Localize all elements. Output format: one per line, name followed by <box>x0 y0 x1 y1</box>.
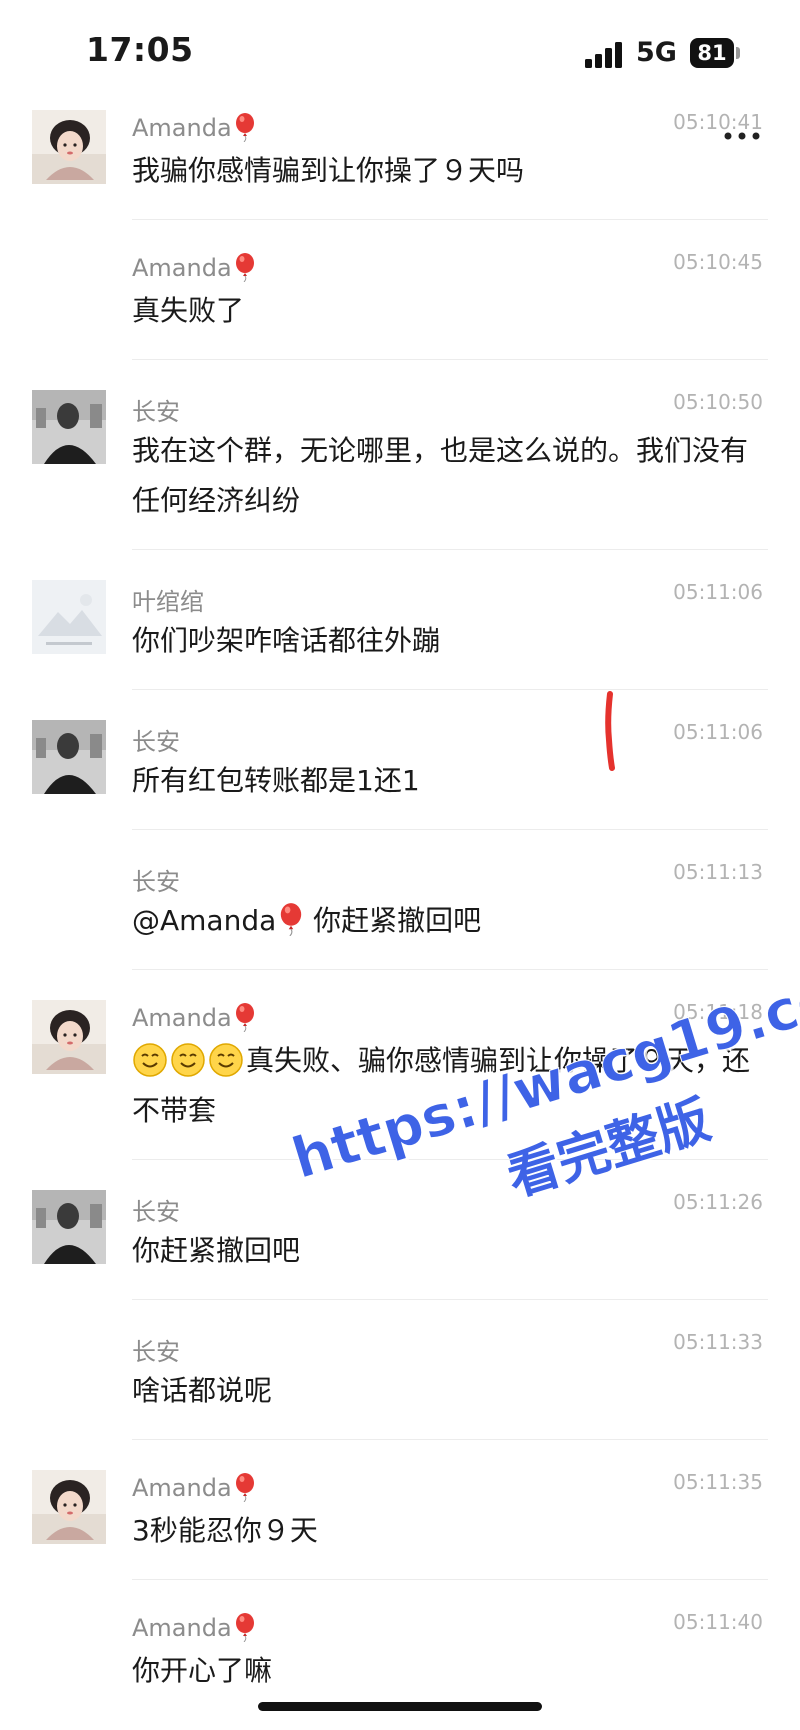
avatar-changan-image <box>32 720 106 794</box>
message-divider <box>132 689 768 690</box>
avatar-amanda-image <box>32 1470 106 1544</box>
status-time: 17:05 <box>86 30 194 69</box>
mention-link[interactable]: @Amanda <box>132 904 276 937</box>
sender-name: Amanda <box>132 1474 232 1502</box>
message-divider <box>132 1159 768 1160</box>
message-time: 05:10:50 <box>673 390 763 414</box>
message-sender: 长安 <box>132 728 180 756</box>
message-item[interactable]: Amanda 05:10:45 真失败了 <box>0 240 800 360</box>
avatar-amanda-image <box>32 1000 106 1074</box>
message-text-body: 你赶紧撤回吧 <box>304 904 482 937</box>
sender-name: Amanda <box>132 1004 232 1032</box>
message-time: 05:10:45 <box>673 250 763 274</box>
message-item[interactable]: Amanda 05:11:35 3秒能忍你９天 <box>0 1460 800 1580</box>
message-text: 你赶紧撤回吧 <box>132 1234 301 1267</box>
balloon-icon <box>235 1473 254 1502</box>
message-text: 真失败、骗你感情骗到让你操了９天，还不带套 <box>132 1036 762 1136</box>
message-text: 你开心了嘛 <box>132 1654 273 1687</box>
signal-icon <box>585 42 622 68</box>
message-item[interactable]: 长安 05:11:26 你赶紧撤回吧 <box>0 1180 800 1300</box>
balloon-icon <box>235 1613 254 1642</box>
battery-level: 81 <box>690 38 734 68</box>
message-text: 3秒能忍你９天 <box>132 1514 318 1547</box>
smile-icon <box>209 1043 243 1077</box>
message-time: 05:11:33 <box>673 1330 763 1354</box>
avatar-changan-image <box>32 1190 106 1264</box>
message-sender: Amanda <box>132 252 256 282</box>
message-time: 05:11:13 <box>673 860 763 884</box>
message-time: 05:11:06 <box>673 720 763 744</box>
message-sender: Amanda <box>132 1472 256 1502</box>
message-text: 真失败了 <box>132 294 245 327</box>
message-sender: Amanda <box>132 112 256 142</box>
sender-name: Amanda <box>132 1614 232 1642</box>
message-time: 05:11:35 <box>673 1470 763 1494</box>
message-text: 你们吵架咋啥话都往外蹦 <box>132 624 441 657</box>
message-sender: Amanda <box>132 1002 256 1032</box>
message-divider <box>132 969 768 970</box>
message-sender: Amanda <box>132 1612 256 1642</box>
message-sender: 长安 <box>132 398 180 426</box>
avatar-amanda[interactable] <box>32 1000 106 1074</box>
message-sender: 长安 <box>132 1198 180 1226</box>
message-divider <box>132 549 768 550</box>
message-item[interactable]: 叶绾绾 05:11:06 你们吵架咋啥话都往外蹦 <box>0 570 800 690</box>
avatar-changan[interactable] <box>32 390 106 464</box>
avatar-changan-image <box>32 390 106 464</box>
avatar-changan[interactable] <box>32 1190 106 1264</box>
message-item[interactable]: 长安 05:11:13 @Amanda 你赶紧撤回吧 <box>0 850 800 970</box>
battery-tip <box>736 47 740 59</box>
avatar-changan[interactable] <box>32 720 106 794</box>
message-sender: 长安 <box>132 868 180 896</box>
message-item[interactable]: 长安 05:11:33 啥话都说呢 <box>0 1320 800 1440</box>
message-sender: 长安 <box>132 1338 180 1366</box>
sender-name: Amanda <box>132 254 232 282</box>
message-time: 05:11:06 <box>673 580 763 604</box>
smile-icon <box>133 1043 167 1077</box>
smile-icon <box>171 1043 205 1077</box>
message-item[interactable]: 长安 05:10:50 我在这个群，无论哪里，也是这么说的。我们没有任何经济纠纷 <box>0 380 800 550</box>
sender-name: Amanda <box>132 114 232 142</box>
avatar-amanda[interactable] <box>32 1470 106 1544</box>
home-indicator[interactable] <box>258 1702 542 1711</box>
message-time: 05:10:41 <box>673 110 763 134</box>
message-divider <box>132 359 768 360</box>
message-time: 05:11:18 <box>673 1000 763 1024</box>
message-time: 05:11:26 <box>673 1190 763 1214</box>
red-pen-mark <box>605 691 615 771</box>
message-text: 我在这个群，无论哪里，也是这么说的。我们没有任何经济纠纷 <box>132 434 749 517</box>
message-text: 啥话都说呢 <box>132 1374 273 1407</box>
battery-icon: 81 <box>690 38 742 68</box>
message-sender: 叶绾绾 <box>132 588 204 616</box>
message-divider <box>132 1299 768 1300</box>
avatar-yewanwan-image <box>32 580 106 654</box>
message-text: 所有红包转账都是1还1 <box>132 764 420 797</box>
balloon-icon <box>235 113 254 142</box>
message-divider <box>132 1579 768 1580</box>
status-bar: 17:05 5G 81 <box>0 0 800 100</box>
balloon-icon <box>235 253 254 282</box>
network-label: 5G <box>636 37 677 68</box>
message-divider <box>132 1439 768 1440</box>
message-text: 我骗你感情骗到让你操了９天吗 <box>132 154 525 187</box>
message-item[interactable]: Amanda 05:11:40 你开心了嘛 <box>0 1600 800 1710</box>
message-item[interactable]: Amanda 05:11:18 真失败、骗你感情骗到让你操了９天，还不带套 <box>0 990 800 1160</box>
message-divider <box>132 829 768 830</box>
message-time: 05:11:40 <box>673 1610 763 1634</box>
message-divider <box>132 219 768 220</box>
balloon-icon <box>281 903 302 936</box>
message-item[interactable]: Amanda 05:10:41 我骗你感情骗到让你操了９天吗 <box>0 100 800 220</box>
avatar-amanda-image <box>32 110 106 184</box>
message-text: @Amanda 你赶紧撤回吧 <box>132 896 762 946</box>
avatar-amanda[interactable] <box>32 110 106 184</box>
avatar-yewanwan[interactable] <box>32 580 106 654</box>
message-item[interactable]: 长安 05:11:06 所有红包转账都是1还1 <box>0 710 800 830</box>
balloon-icon <box>235 1003 254 1032</box>
